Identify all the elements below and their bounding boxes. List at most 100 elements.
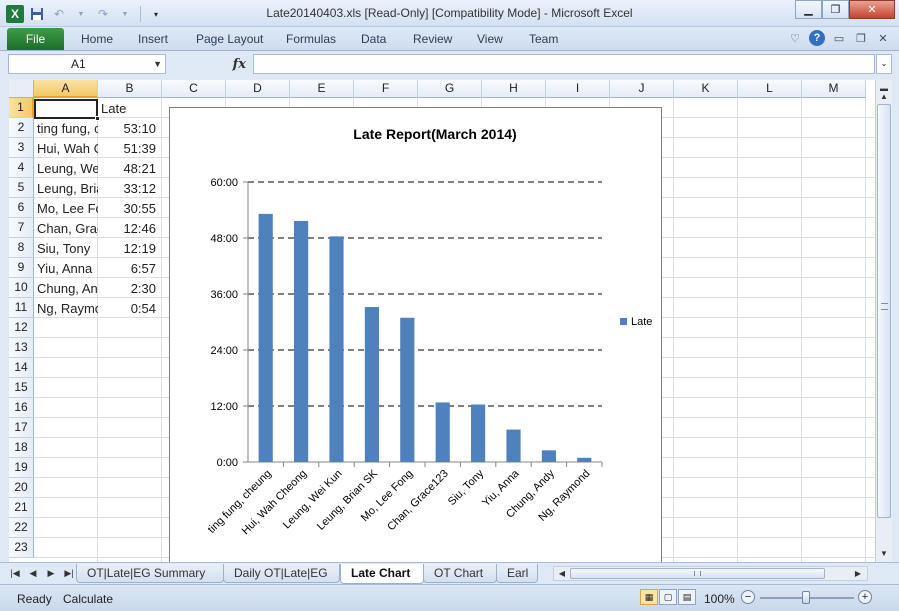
name-box[interactable]: A1 ▼ [8,54,166,74]
tab-formulas[interactable]: Formulas [286,32,336,46]
vertical-scrollbar[interactable]: ▬ ▲ ▼ [875,80,892,562]
sheet-tab-summary[interactable]: OT|Late|EG Summary [76,564,224,583]
cell-late-b4[interactable]: 48:21 [98,159,159,179]
cell-name-a5[interactable]: Leung, Brian SK [34,179,98,199]
cell-name-a8[interactable]: Siu, Tony [34,239,98,259]
active-cell-a1[interactable] [34,99,98,119]
tab-file[interactable]: File [7,28,64,50]
scroll-up-icon[interactable]: ▲ [876,89,892,105]
zoom-in-icon[interactable]: + [858,590,872,604]
column-header-m[interactable]: M [802,80,866,98]
formula-input[interactable] [253,54,875,74]
workbook-close-icon[interactable]: ✕ [875,30,891,46]
row-header-10[interactable]: 10 [9,278,34,298]
column-header-f[interactable]: F [354,80,418,98]
status-calculate[interactable]: Calculate [63,592,113,606]
column-header-b[interactable]: B [98,80,162,98]
cell-name-a11[interactable]: Ng, Raymond [34,299,98,319]
column-header-j[interactable]: J [610,80,674,98]
row-header-23[interactable]: 23 [9,538,34,558]
column-header-k[interactable]: K [674,80,738,98]
page-break-view-icon[interactable]: ▤ [678,589,696,605]
column-header-g[interactable]: G [418,80,482,98]
page-layout-view-icon[interactable]: ▢ [659,589,677,605]
select-all-corner[interactable] [9,80,34,98]
worksheet-grid[interactable]: ABCDEFGHIJKLM 1 2 3 4 5 6 7 8 9 10 11 12 13 14 15 16 17 1… [9,80,875,562]
tab-view[interactable]: View [477,32,503,46]
sheet-tab-late-chart[interactable]: Late Chart [340,564,424,584]
cell-late-b6[interactable]: 30:55 [98,199,159,219]
normal-view-icon[interactable]: ▦ [640,589,658,605]
insert-function-icon[interactable]: fx [233,57,246,72]
row-header-21[interactable]: 21 [9,498,34,518]
row-header-1[interactable]: 1 [9,98,34,118]
cell-late-b11[interactable]: 0:54 [98,299,159,319]
row-header-9[interactable]: 9 [9,258,34,278]
row-header-22[interactable]: 22 [9,518,34,538]
column-header-d[interactable]: D [226,80,290,98]
minimize-button[interactable]: ▁ [795,0,822,19]
column-header-l[interactable]: L [738,80,802,98]
vertical-scroll-thumb[interactable] [877,104,891,518]
tab-review[interactable]: Review [413,32,452,46]
row-header-16[interactable]: 16 [9,398,34,418]
column-header-a[interactable]: A [34,80,98,98]
row-header-7[interactable]: 7 [9,218,34,238]
scroll-right-icon[interactable]: ▶ [850,566,866,582]
row-header-19[interactable]: 19 [9,458,34,478]
cell-name-a6[interactable]: Mo, Lee Fong [34,199,98,219]
row-header-6[interactable]: 6 [9,198,34,218]
sheet-tab-early[interactable]: Earl [496,564,538,583]
row-header-11[interactable]: 11 [9,298,34,318]
row-header-13[interactable]: 13 [9,338,34,358]
row-header-18[interactable]: 18 [9,438,34,458]
tab-home[interactable]: Home [81,32,113,46]
row-header-2[interactable]: 2 [9,118,34,138]
tab-team[interactable]: Team [529,32,558,46]
cell-name-a3[interactable]: Hui, Wah Cheong [34,139,98,159]
scroll-left-icon[interactable]: ◀ [554,566,570,582]
restore-button[interactable]: ❐ [822,0,849,19]
prev-sheet-icon[interactable]: ◀ [27,566,39,580]
sheet-tab-daily[interactable]: Daily OT|Late|EG [223,564,340,583]
workbook-restore-icon[interactable]: ❐ [853,30,869,46]
zoom-slider[interactable] [760,591,854,604]
row-header-20[interactable]: 20 [9,478,34,498]
row-header-15[interactable]: 15 [9,378,34,398]
cell-late-b10[interactable]: 2:30 [98,279,159,299]
ribbon-minimize-icon[interactable]: ♡ [787,30,803,46]
workbook-minimize-icon[interactable]: ▭ [831,30,847,46]
column-header-c[interactable]: C [162,80,226,98]
column-header-e[interactable]: E [290,80,354,98]
column-header-i[interactable]: I [546,80,610,98]
cell-b1[interactable]: Late [98,99,162,119]
last-sheet-icon[interactable]: ▶| [63,566,75,580]
late-chart[interactable]: Late Report(March 2014) 0:00 12:00 24:00 36:… [169,107,662,562]
horizontal-scrollbar[interactable]: ◀ ▶ [553,566,868,581]
row-header-17[interactable]: 17 [9,418,34,438]
column-header-h[interactable]: H [482,80,546,98]
row-header-4[interactable]: 4 [9,158,34,178]
horizontal-scroll-thumb[interactable] [570,568,825,579]
cell-name-a2[interactable]: ting fung, cheung [34,119,98,139]
cell-name-a9[interactable]: Yiu, Anna [34,259,98,279]
row-header-12[interactable]: 12 [9,318,34,338]
first-sheet-icon[interactable]: |◀ [9,566,21,580]
cell-late-b5[interactable]: 33:12 [98,179,159,199]
next-sheet-icon[interactable]: ▶ [45,566,57,580]
cell-name-a4[interactable]: Leung, Wei Kun [34,159,98,179]
cell-late-b3[interactable]: 51:39 [98,139,159,159]
name-box-dropdown-icon[interactable]: ▼ [153,55,162,73]
tab-page-layout[interactable]: Page Layout [196,32,263,46]
cell-name-a10[interactable]: Chung, Andy [34,279,98,299]
cell-late-b9[interactable]: 6:57 [98,259,159,279]
zoom-out-icon[interactable]: − [741,590,755,604]
cell-late-b7[interactable]: 12:46 [98,219,159,239]
sheet-tab-ot-chart[interactable]: OT Chart [423,564,497,583]
zoom-slider-thumb[interactable] [802,591,810,604]
cell-late-b8[interactable]: 12:19 [98,239,159,259]
row-header-8[interactable]: 8 [9,238,34,258]
scroll-down-icon[interactable]: ▼ [876,546,892,562]
row-header-5[interactable]: 5 [9,178,34,198]
cell-name-a7[interactable]: Chan, Grace123 [34,219,98,239]
